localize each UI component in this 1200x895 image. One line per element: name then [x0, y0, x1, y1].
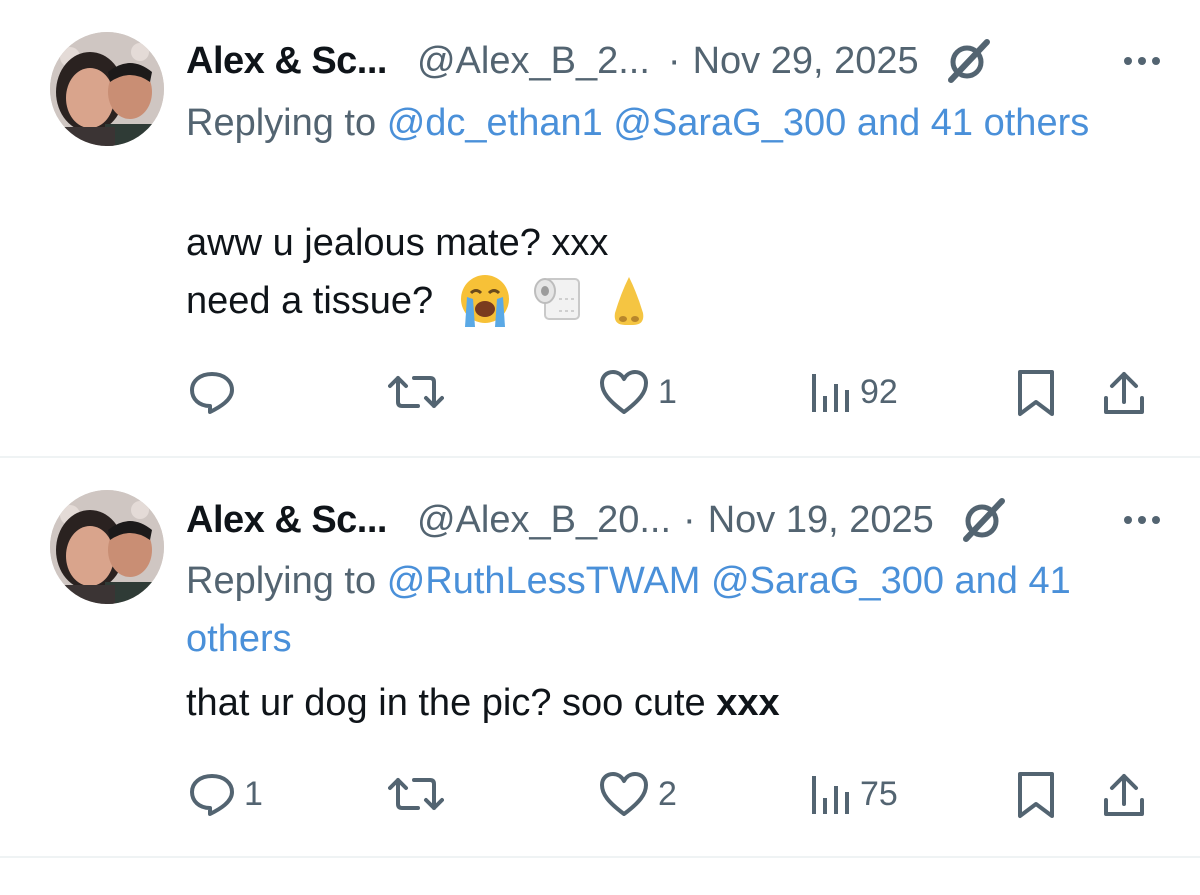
views-count: 75 — [860, 774, 898, 813]
reply-count: 1 — [244, 774, 263, 813]
grok-icon[interactable] — [943, 36, 993, 86]
mention-link[interactable]: @RuthLessTWAM — [387, 560, 701, 602]
reply-button[interactable]: 1 — [188, 770, 263, 818]
tweet-text-line: aww u jealous mate? xxx — [186, 222, 609, 264]
mention-link[interactable]: @dc_ethan1 — [387, 102, 603, 144]
bookmark-icon — [1016, 368, 1056, 418]
like-button[interactable]: 2 — [598, 770, 677, 818]
tweet-text-line: that ur dog in the pic? soo cute — [186, 682, 706, 724]
display-name[interactable]: Alex & Sc... — [186, 40, 387, 83]
views-button[interactable]: 92 — [808, 368, 898, 416]
tweet-actions: 1 2 75 — [188, 770, 1150, 820]
like-button[interactable]: 1 — [598, 368, 677, 416]
tweet-text: that ur dog in the pic? soo cute xxx — [186, 674, 1146, 732]
replying-prefix: Replying to — [186, 560, 377, 602]
divider — [0, 456, 1200, 458]
separator: · — [667, 39, 681, 82]
views-count: 92 — [860, 372, 898, 411]
others-link[interactable]: and 41 others — [857, 102, 1089, 144]
bookmark-button[interactable] — [1016, 770, 1056, 820]
share-button[interactable] — [1102, 368, 1146, 418]
replying-to: Replying to @dc_ethan1 @SaraG_300 and 41… — [186, 94, 1146, 152]
tweet-text: aww u jealous mate? xxx need a tissue? — [186, 214, 1146, 330]
user-handle[interactable]: @Alex_B_20... — [417, 499, 671, 542]
like-icon — [598, 770, 650, 818]
reply-icon — [188, 368, 236, 416]
display-name[interactable]: Alex & Sc... — [186, 499, 387, 542]
share-button[interactable] — [1102, 770, 1146, 820]
reply-icon — [188, 770, 236, 818]
share-icon — [1102, 770, 1146, 820]
avatar[interactable] — [50, 490, 164, 604]
reply-button[interactable] — [188, 368, 244, 416]
separator: · — [683, 498, 696, 541]
views-icon — [808, 770, 852, 818]
like-count: 2 — [658, 774, 677, 813]
repost-button[interactable] — [388, 770, 452, 818]
crying-face-emoji — [457, 273, 513, 329]
more-icon[interactable] — [1124, 516, 1160, 524]
mention-link[interactable]: @SaraG_300 — [613, 102, 846, 144]
like-count: 1 — [658, 372, 677, 411]
toilet-paper-emoji — [529, 273, 585, 329]
tweet-header: Alex & Sc... @Alex_B_20... · Nov 19, 202… — [186, 495, 1160, 545]
replying-to: Replying to @RuthLessTWAM @SaraG_300 and… — [186, 552, 1146, 668]
nose-emoji — [601, 273, 657, 329]
tweet-header: Alex & Sc... @Alex_B_2... · Nov 29, 2025 — [186, 36, 1160, 86]
grok-icon[interactable] — [958, 495, 1008, 545]
timestamp[interactable]: Nov 29, 2025 — [693, 40, 919, 83]
repost-button[interactable] — [388, 368, 452, 416]
share-icon — [1102, 368, 1146, 418]
like-icon — [598, 368, 650, 416]
tweet[interactable]: Alex & Sc... @Alex_B_20... · Nov 19, 202… — [0, 460, 1200, 858]
avatar[interactable] — [50, 32, 164, 146]
replying-prefix: Replying to — [186, 102, 377, 144]
mention-link[interactable]: @SaraG_300 — [711, 560, 944, 602]
divider — [0, 856, 1200, 858]
tweet[interactable]: Alex & Sc... @Alex_B_2... · Nov 29, 2025… — [0, 0, 1200, 458]
user-handle[interactable]: @Alex_B_2... — [417, 40, 650, 83]
views-icon — [808, 368, 852, 416]
tweet-actions: 1 92 — [188, 368, 1150, 418]
more-icon[interactable] — [1124, 57, 1160, 65]
timestamp[interactable]: Nov 19, 2025 — [708, 499, 934, 542]
repost-icon — [388, 368, 444, 416]
repost-icon — [388, 770, 444, 818]
tweet-text-bold: xxx — [716, 682, 780, 724]
tweet-text-line: need a tissue? — [186, 280, 434, 322]
views-button[interactable]: 75 — [808, 770, 898, 818]
bookmark-button[interactable] — [1016, 368, 1056, 418]
bookmark-icon — [1016, 770, 1056, 820]
